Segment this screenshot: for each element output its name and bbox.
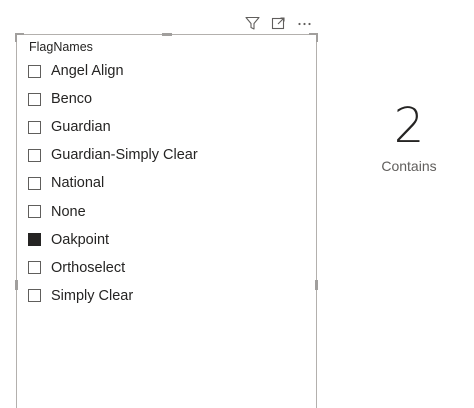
slicer-checkbox[interactable] — [28, 261, 41, 275]
slicer-item[interactable]: Guardian-Simply Clear — [28, 141, 198, 169]
slicer-item[interactable]: Simply Clear — [28, 282, 198, 310]
slicer-list: Angel Align Benco Guardian Guardian-Simply … — [28, 57, 198, 310]
slicer-item-label: Benco — [51, 91, 93, 108]
slicer-item-label: Orthoselect — [51, 259, 126, 276]
slicer-checkbox[interactable] — [28, 289, 41, 303]
slicer-item[interactable]: Orthoselect — [28, 254, 198, 282]
slicer-item-label: Simply Clear — [51, 287, 134, 304]
slicer-item[interactable]: Guardian — [28, 113, 198, 141]
card-visual: 2 Contains — [360, 96, 458, 174]
slicer-item-label: Oakpoint — [51, 231, 110, 248]
slicer-checkbox[interactable] — [28, 148, 41, 162]
slicer-checkbox[interactable] — [28, 233, 41, 247]
slicer-item[interactable]: Oakpoint — [28, 226, 198, 254]
slicer-item-label: National — [51, 175, 105, 192]
flagnames-slicer[interactable]: FlagNames Angel Align Benco Guardian Guardi… — [15, 33, 318, 408]
resize-handle-top[interactable] — [162, 33, 172, 36]
slicer-item-label: Guardian-Simply Clear — [51, 147, 198, 164]
slicer-checkbox[interactable] — [28, 92, 41, 106]
slicer-checkbox[interactable] — [28, 176, 41, 190]
slicer-item-label: None — [51, 203, 86, 220]
visual-header-toolbar — [243, 13, 313, 33]
slicer-item-label: Guardian — [51, 119, 111, 136]
card-label: Contains — [381, 158, 437, 174]
slicer-item[interactable]: Benco — [28, 85, 198, 113]
more-options-icon[interactable] — [295, 14, 313, 32]
report-canvas: FlagNames Angel Align Benco Guardian Guardi… — [0, 0, 474, 408]
resize-handle-left[interactable] — [15, 280, 18, 290]
resize-handle-right[interactable] — [315, 280, 318, 290]
slicer-checkbox[interactable] — [28, 64, 41, 78]
slicer-item[interactable]: None — [28, 197, 198, 225]
resize-handle-top-left[interactable] — [15, 33, 24, 42]
slicer-item[interactable]: Angel Align — [28, 57, 198, 85]
resize-handle-top-right[interactable] — [309, 33, 318, 42]
card-value: 2 — [393, 98, 425, 154]
slicer-item[interactable]: National — [28, 169, 198, 197]
focus-mode-icon[interactable] — [269, 14, 287, 32]
slicer-checkbox[interactable] — [28, 205, 41, 219]
slicer-item-label: Angel Align — [51, 63, 124, 80]
slicer-checkbox[interactable] — [28, 120, 41, 134]
slicer-header: FlagNames — [29, 40, 93, 54]
filter-icon[interactable] — [243, 14, 261, 32]
